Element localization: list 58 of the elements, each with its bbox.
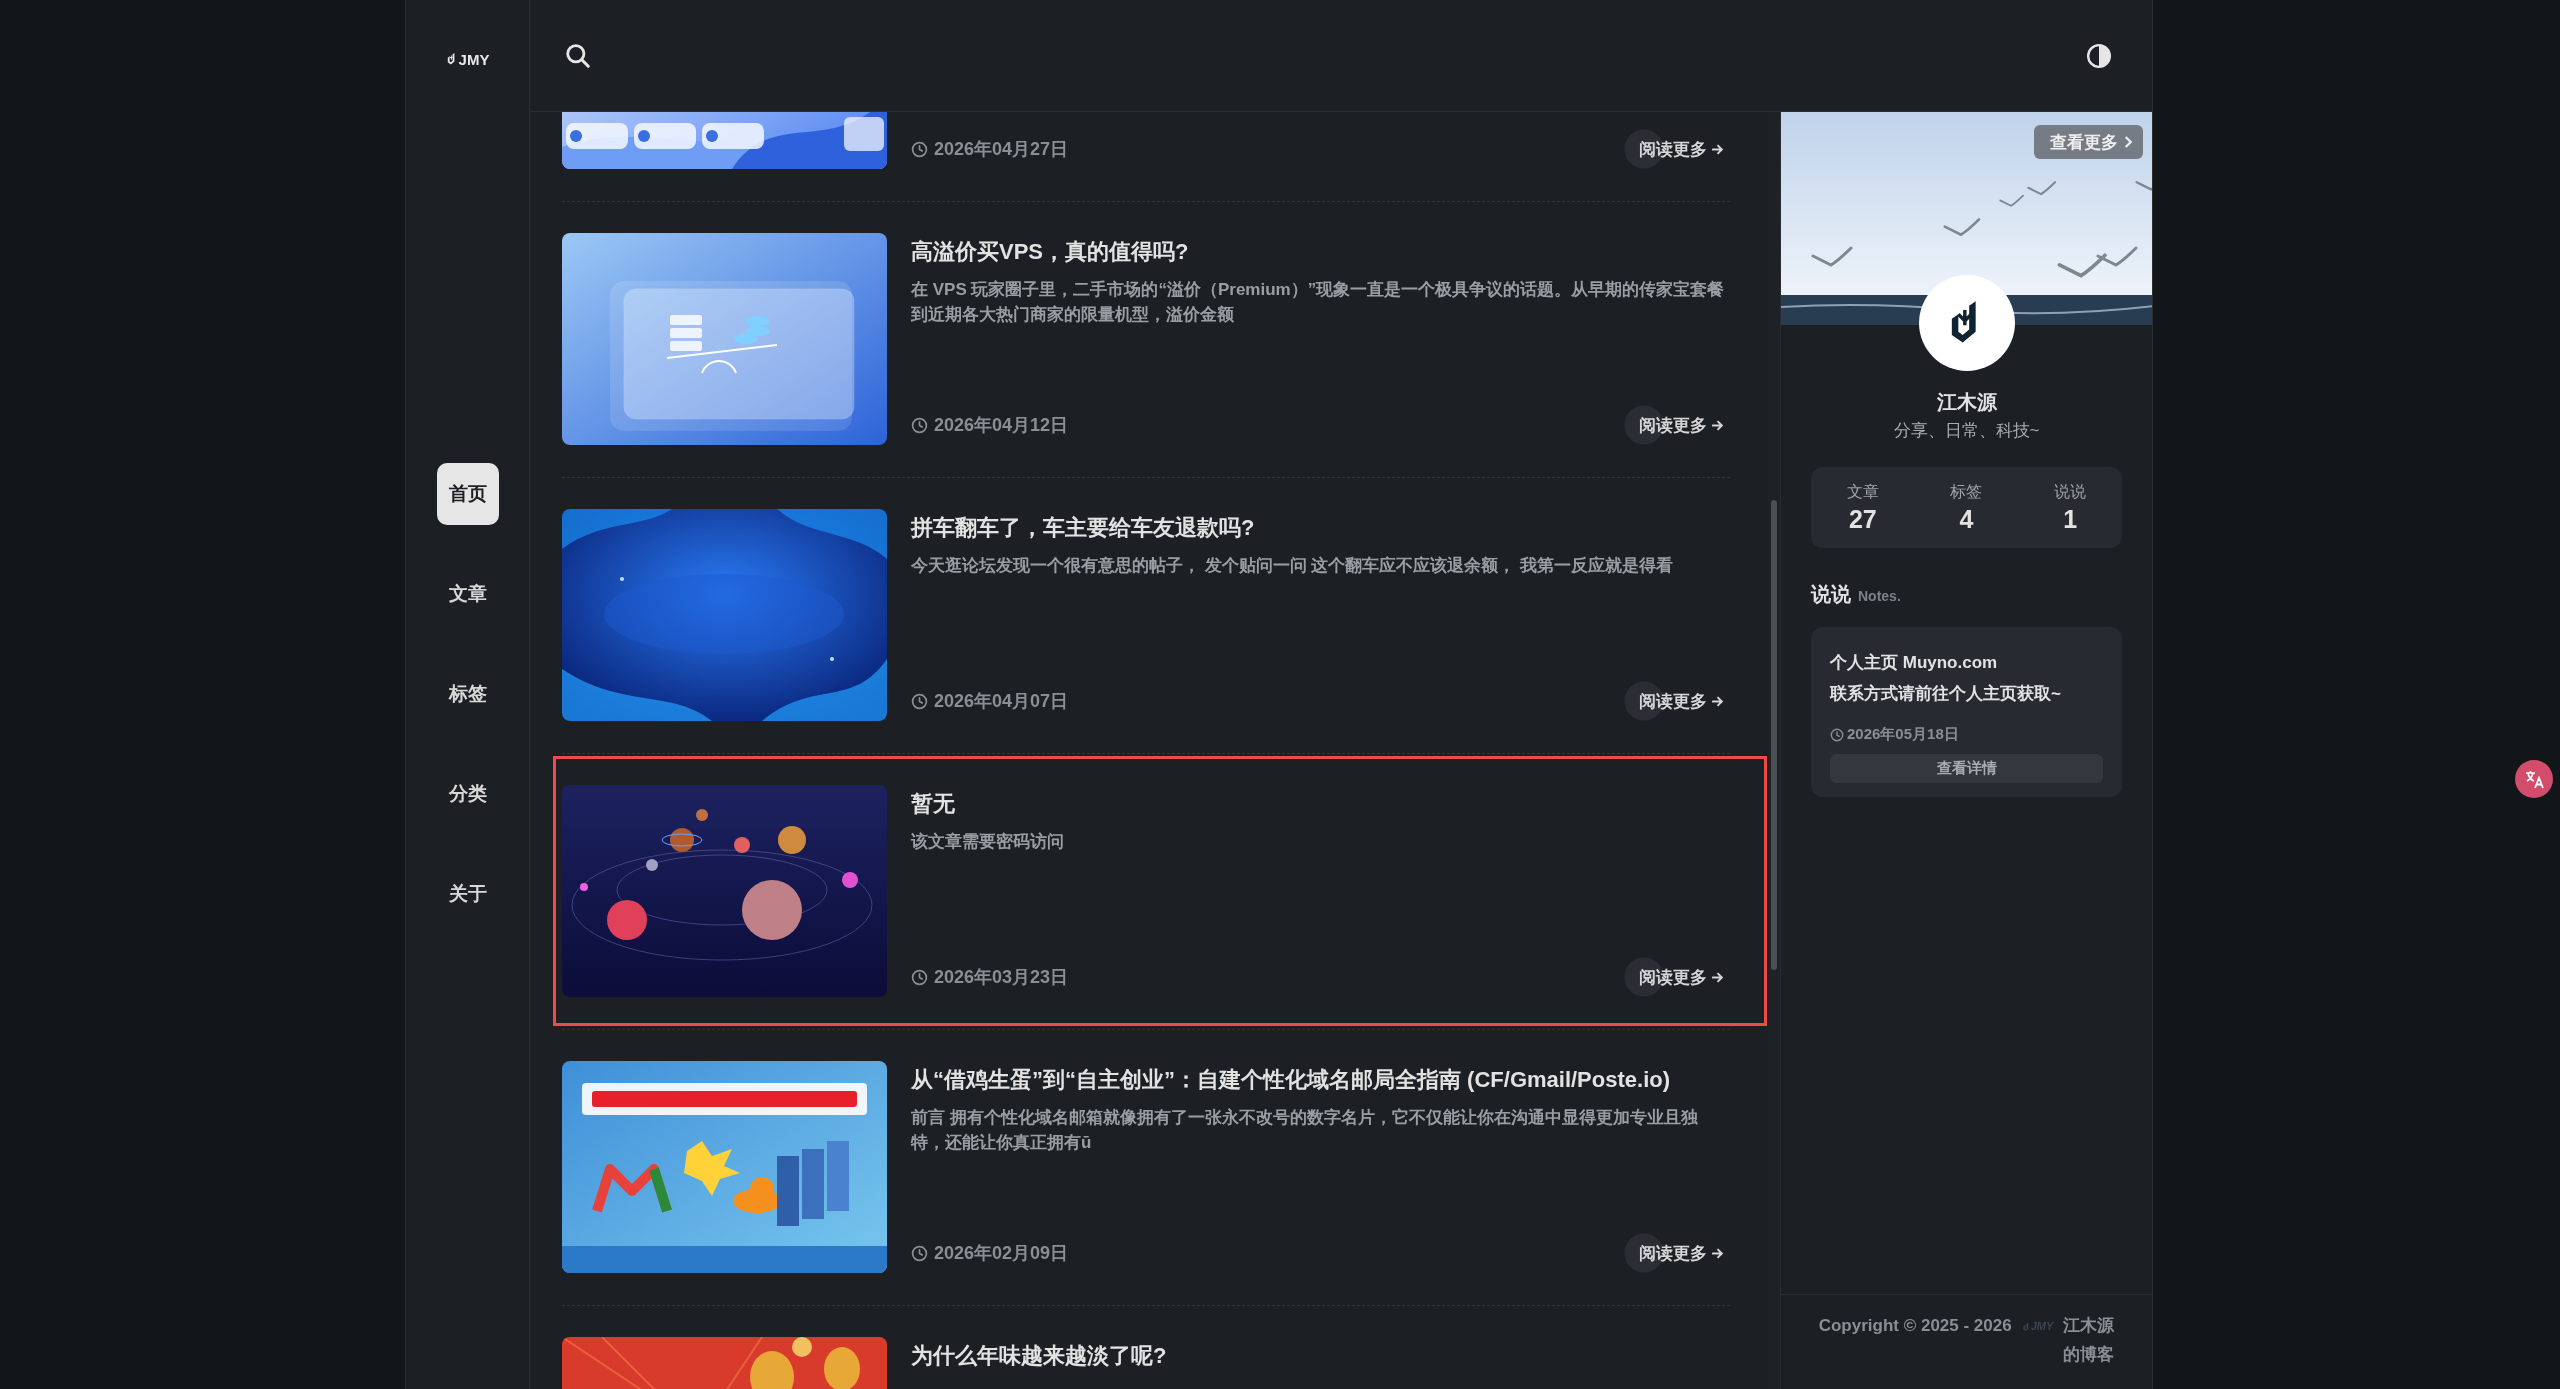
theme-toggle-icon[interactable]	[2086, 42, 2112, 69]
post-card[interactable]: 为什么年味越来越淡了呢?	[553, 1308, 1767, 1389]
note-date: 2026年05月18日	[1847, 725, 1959, 744]
post-card[interactable]: 暂无 该文章需要密码访问 2026年03月23日 阅读更多	[553, 756, 1767, 1026]
arrow-right-icon	[1711, 1246, 1724, 1260]
stat-value: 1	[2063, 503, 2078, 535]
arrow-right-icon	[1711, 418, 1724, 432]
site-logo[interactable]: JMY	[445, 44, 490, 68]
nav-item[interactable]: 首页	[436, 463, 499, 525]
clock-icon	[1830, 727, 1844, 742]
post-card[interactable]: 高溢价买VPS，真的值得吗? 在 VPS 玩家圈子里，二手市场的“溢价（Premium）”现象一直是一个极具争议的话题。从早期的传家宝套餐到近期各大热门商家的限量机型，溢价金额 2026年04月12日 阅读更多	[553, 204, 1767, 474]
section-title: 说说	[1811, 582, 1851, 606]
clock-icon	[911, 1244, 928, 1262]
nav-item[interactable]: 分类	[436, 763, 499, 825]
site-name: 江木源的博客	[2063, 1315, 2115, 1366]
post-date: 2026年02月09日	[934, 1242, 1069, 1264]
author-name: 江木源	[1935, 390, 1998, 415]
arrow-right-icon	[1711, 970, 1724, 984]
nav-item[interactable]: 标签	[436, 663, 499, 725]
stat-value: 27	[1848, 503, 1877, 535]
view-more-button[interactable]: 查看更多	[2034, 125, 2143, 159]
stat-value: 4	[1959, 503, 1974, 535]
post-date: 2026年04月07日	[934, 690, 1069, 712]
nav-item[interactable]: 关于	[436, 863, 499, 925]
post-excerpt: 前言 拥有个性化域名邮箱就像拥有了一张永不改号的数字名片，它不仅能让你在沟通中显得更加专业且独特，还能让你真正拥有ū	[911, 1107, 1699, 1154]
post-date: 2026年03月23日	[934, 966, 1069, 988]
search-icon[interactable]	[565, 42, 591, 69]
translate-icon[interactable]	[2515, 760, 2553, 798]
arrow-right-icon	[1711, 694, 1724, 708]
post-title[interactable]: 从“借鸡生蛋”到“自主创业”：自建个性化域名邮局全指南 (CF/Gmail/Poste.io)	[911, 1065, 1730, 1095]
stat-label: 文章	[1846, 481, 1879, 502]
post-card[interactable]: 拼车翻车了，车主要给车友退款吗? 今天逛论坛发现一个很有意思的帖子， 发个贴问一问 这个翻车应不应该退余额， 我第一反应就是得看 2026年04月07日 阅读更多	[553, 480, 1767, 750]
post-excerpt: 今天逛论坛发现一个很有意思的帖子， 发个贴问一问 这个翻车应不应该退余额， 我第一反应就是得看	[911, 555, 1675, 577]
post-card[interactable]: 从“借鸡生蛋”到“自主创业”：自建个性化域名邮局全指南 (CF/Gmail/Poste.io) 前言 拥有个性化域名邮箱就像拥有了一张永不改号的数字名片，它不仅能让你在沟通中显得更加专业且独特，还能让你真正拥有ū 2026年02月09日 阅读更多	[553, 1032, 1767, 1302]
post-date: 2026年04月12日	[934, 414, 1069, 436]
post-excerpt: 在 VPS 玩家圈子里，二手市场的“溢价（Premium）”现象一直是一个极具争议的话题。从早期的传家宝套餐到近期各大热门商家的限量机型，溢价金额	[911, 279, 1726, 326]
author-bio: 分享、日常、科技~	[1892, 420, 2041, 442]
arrow-right-icon	[1711, 142, 1724, 156]
nav-item[interactable]: 文章	[436, 563, 499, 625]
post-title[interactable]: 高溢价买VPS，真的值得吗?	[911, 237, 1730, 267]
chevron-right-icon	[2124, 135, 2133, 149]
post-title[interactable]: 拼车翻车了，车主要给车友退款吗?	[911, 513, 1730, 543]
post-date: 2026年04月27日	[934, 138, 1069, 160]
stat-label: 标签	[1950, 481, 1983, 502]
post-title[interactable]: 暂无	[911, 789, 1730, 819]
post-title[interactable]: 为什么年味越来越淡了呢?	[911, 1341, 1730, 1371]
stat-label: 说说	[2054, 481, 2087, 502]
note-text: 个人主页 Muyno.com	[1830, 652, 1999, 674]
details-button[interactable]: 查看详情	[1830, 754, 2103, 783]
note-text: 联系方式请前往个人主页获取~	[1830, 683, 2062, 705]
clock-icon	[911, 692, 928, 710]
section-subtitle: Notes.	[1858, 588, 1901, 604]
post-card[interactable]: 2026年04月27日 阅读更多	[553, 112, 1767, 198]
clock-icon	[911, 140, 928, 158]
copyright-text: Copyright © 2025 - 2026	[1818, 1316, 2012, 1335]
clock-icon	[911, 416, 928, 434]
clock-icon	[911, 968, 928, 986]
post-excerpt: 该文章需要密码访问	[911, 831, 1065, 853]
